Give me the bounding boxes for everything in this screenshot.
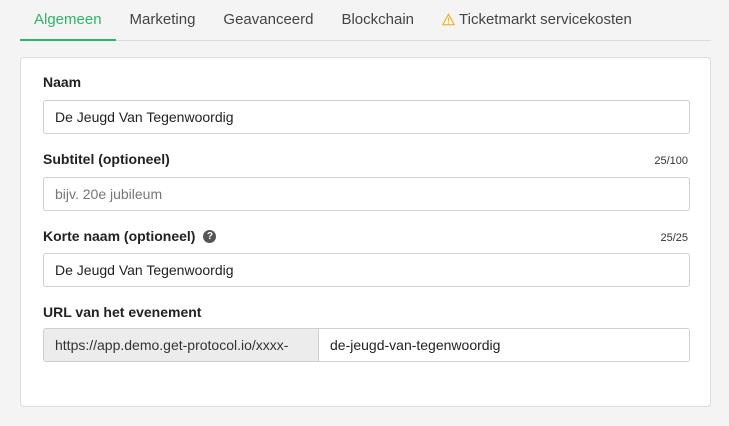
tab-ticketmarkt-servicekosten[interactable]: Ticketmarkt servicekosten — [428, 0, 646, 40]
tab-algemeen[interactable]: Algemeen — [20, 0, 116, 41]
korte-naam-counter: 25/25 — [660, 232, 688, 244]
general-settings-card: Naam Subtitel (optioneel) 25/100 Korte n… — [20, 57, 711, 407]
url-slug-input[interactable] — [319, 329, 689, 361]
tab-geavanceerd[interactable]: Geavanceerd — [209, 0, 327, 40]
naam-label: Naam — [43, 74, 82, 90]
tab-blockchain[interactable]: Blockchain — [327, 0, 428, 40]
tab-bar: Algemeen Marketing Geavanceerd Blockchai… — [20, 0, 711, 41]
korte-naam-label-row: Korte naam (optioneel) ? — [43, 228, 217, 244]
tab-marketing[interactable]: Marketing — [116, 0, 210, 40]
tab-ticketmarkt-label: Ticketmarkt servicekosten — [459, 11, 632, 28]
naam-input[interactable] — [43, 100, 690, 134]
korte-naam-input[interactable] — [43, 253, 690, 287]
korte-naam-label: Korte naam (optioneel) — [43, 228, 196, 244]
warning-icon — [442, 13, 455, 26]
question-circle-icon[interactable]: ? — [203, 229, 217, 243]
url-input-group: https://app.demo.get-protocol.io/xxxx- — [43, 328, 690, 362]
subtitel-counter: 25/100 — [654, 155, 688, 167]
subtitel-input[interactable] — [43, 177, 690, 211]
url-label: URL van het evenement — [43, 304, 202, 320]
subtitel-label: Subtitel (optioneel) — [43, 151, 170, 167]
url-prefix: https://app.demo.get-protocol.io/xxxx- — [44, 329, 319, 361]
